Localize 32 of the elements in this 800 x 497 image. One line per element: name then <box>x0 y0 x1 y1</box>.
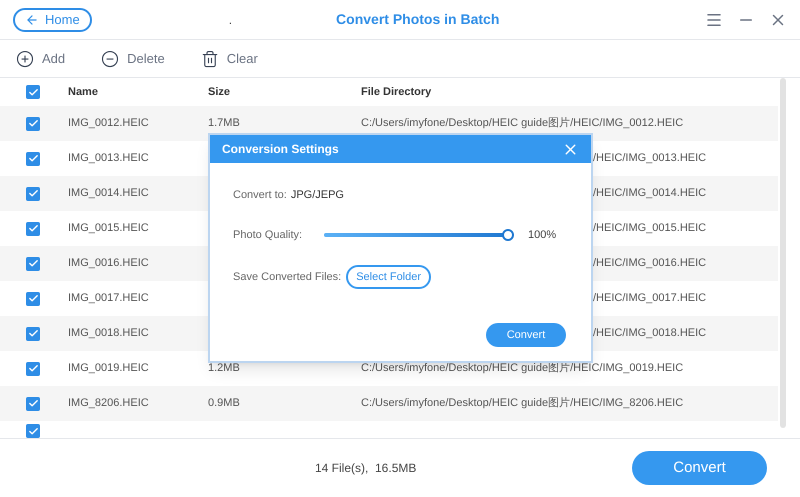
file-summary: 14 File(s), 16.5MB <box>315 460 416 477</box>
table-cell-text: 0.9MB <box>208 396 241 412</box>
table-cell-text: /HEIC/IMG_0017.HEIC <box>593 291 706 306</box>
convert-to-value: JPG/JEPG <box>290 188 344 203</box>
table-cell-text: /HEIC/IMG_0018.HEIC <box>593 326 706 342</box>
window-title: Convert Photos in Batch <box>336 10 500 29</box>
table-cell-text: 1.7MB <box>208 116 241 132</box>
table-cell-text: C:/Users/imyfone/Desktop/HEIC guide图片/HEIC/IMG_8206.HEIC <box>361 396 684 412</box>
table-cell-text: IMG_0019.HEIC <box>68 361 150 376</box>
table-cell-text: 1.2MB <box>208 361 241 376</box>
column-header: File Directory <box>361 84 432 100</box>
column-header: Size <box>208 84 232 100</box>
table-cell-text: IMG_0017.HEIC <box>68 291 150 306</box>
quality-reading: 100% <box>528 228 556 243</box>
table-cell-text: IMG_8206.HEIC <box>68 396 150 412</box>
table-cell-text: IMG_0012.HEIC <box>68 116 150 132</box>
table-cell-text: IMG_0016.HEIC <box>68 256 150 272</box>
table-cell-text: IMG_0014.HEIC <box>68 186 150 202</box>
table-cell-text: /HEIC/IMG_0015.HEIC <box>593 221 706 236</box>
table-cell-text: /HEIC/IMG_0014.HEIC <box>593 186 706 202</box>
column-header: Name <box>68 84 99 100</box>
table-cell-text: C:/Users/imyfone/Desktop/HEIC guide图片/HEIC/IMG_0012.HEIC <box>361 116 684 132</box>
save-label: Save Converted Files: <box>233 270 342 285</box>
table-cell-text: IMG_0015.HEIC <box>68 221 150 236</box>
quality-label: Photo Quality: <box>233 228 304 243</box>
convert-to-label: Convert to: <box>233 188 287 203</box>
dot-mark: . <box>228 12 232 28</box>
dialog-title: Conversion Settings <box>222 141 339 158</box>
table-cell-text: /HEIC/IMG_0013.HEIC <box>593 151 706 166</box>
table-cell-text: IMG_0018.HEIC <box>68 326 150 342</box>
table-cell-text: IMG_0013.HEIC <box>68 151 150 166</box>
table-cell-text: /HEIC/IMG_0016.HEIC <box>593 256 706 272</box>
